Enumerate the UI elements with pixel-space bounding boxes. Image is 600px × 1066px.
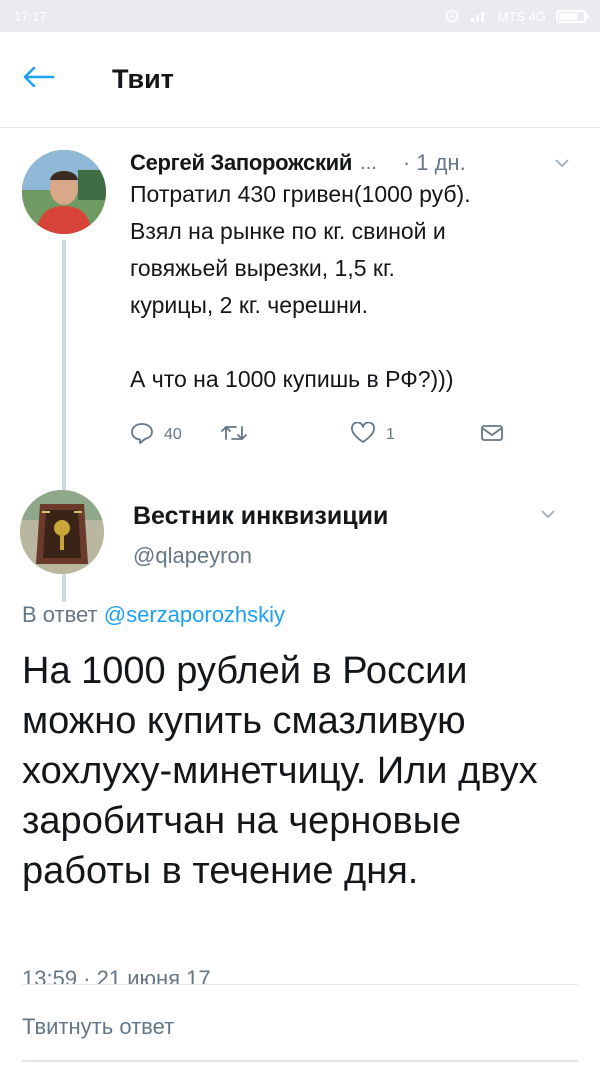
reply-button[interactable]: 40	[130, 422, 220, 449]
parent-tweet[interactable]: Сергей Запорожский ... · 1 дн. Потратил …	[0, 128, 600, 602]
alarm-icon	[444, 7, 460, 26]
retweet-icon	[220, 423, 248, 448]
heart-icon	[350, 421, 376, 449]
reply-count: 40	[164, 426, 182, 443]
author-name[interactable]: Сергей Запорожский	[130, 150, 352, 176]
arrow-left-icon	[21, 65, 55, 94]
reply-prefix: В ответ	[22, 602, 98, 627]
tweet-actions: 40 1	[130, 418, 530, 452]
tweet-text: Потратил 430 гривен(1000 руб). Взял на р…	[130, 181, 471, 392]
divider	[22, 1060, 578, 1062]
status-icons: MTS 4G	[444, 7, 589, 26]
status-bar: 17:17 MTS 4G	[0, 0, 600, 32]
carrier-label: MTS 4G	[497, 8, 546, 24]
reply-input[interactable]: Твитнуть ответ	[22, 1002, 578, 1052]
avatar[interactable]	[22, 150, 106, 234]
top-bar: Твит	[0, 32, 600, 128]
reply-icon	[130, 422, 154, 449]
tweet-time[interactable]: · 1 дн.	[403, 150, 466, 176]
tweet-text: На 1000 рублей в России можно купить сма…	[22, 650, 538, 892]
divider	[22, 984, 578, 985]
name-ellipsis: ...	[360, 151, 377, 174]
back-button[interactable]	[20, 62, 56, 98]
author-name[interactable]: Вестник инквизиции	[133, 502, 388, 531]
tweet-header: Сергей Запорожский ... · 1 дн.	[130, 146, 570, 180]
avatar[interactable]	[20, 490, 104, 574]
signal-icon	[470, 8, 488, 25]
tweet-timestamp: 13:59 · 21 июня 17	[22, 966, 211, 984]
chevron-down-icon[interactable]	[540, 506, 556, 524]
status-time: 17:17	[14, 8, 47, 24]
like-button[interactable]: 1	[350, 421, 480, 449]
dm-button[interactable]	[480, 423, 504, 448]
chevron-down-icon[interactable]	[554, 158, 570, 168]
reply-context: В ответ @serzaporozhskiy	[22, 602, 285, 628]
battery-icon	[556, 9, 589, 23]
envelope-icon	[480, 423, 504, 448]
reply-mention-link[interactable]: @serzaporozhskiy	[104, 602, 285, 627]
retweet-button[interactable]	[220, 423, 350, 448]
like-count: 1	[386, 426, 395, 443]
author-handle[interactable]: @qlapeyron	[133, 543, 252, 569]
page-title: Твит	[112, 64, 174, 94]
